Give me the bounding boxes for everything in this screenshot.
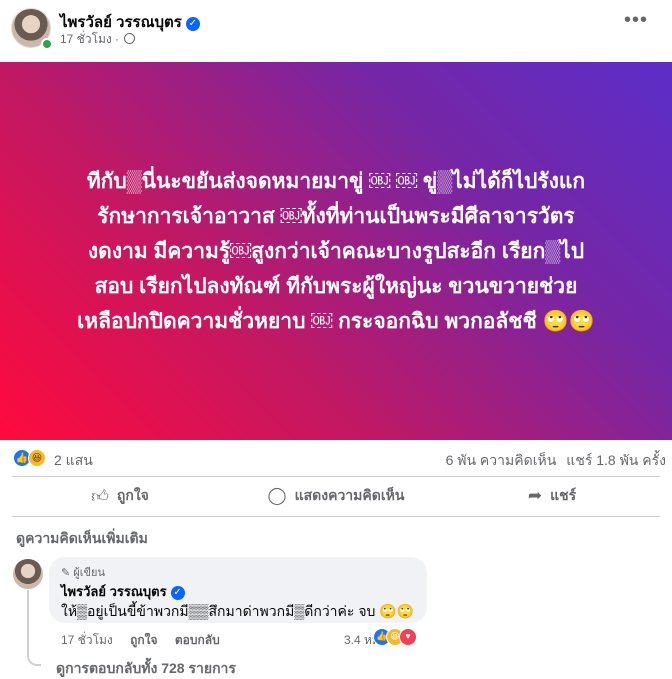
view-replies-link[interactable]: ดูการตอบกลับทั้ง 728 รายการ <box>56 658 236 679</box>
author-name[interactable]: ไพรวัลย์ วรรณบุตร <box>60 14 182 31</box>
online-status-dot <box>41 38 53 50</box>
share-count[interactable]: แชร์ 1.8 พัน ครั้ง <box>566 452 666 468</box>
post-image[interactable]: ทีกับ▒นี่นะขยันส่งจดหมายมาขู่ ￼ ￼ ขู่▒ไม… <box>0 62 672 440</box>
comment-author-row: ไพรวัลย์ วรรณบุตร ✓ <box>61 581 185 602</box>
image-text-line: รักษาการเจ้าอาวาส ￼ทั้งที่ท่านเป็นพระมีศ… <box>97 204 575 228</box>
comment-meta: 17 ชั่วโมง ถูกใจ ตอบกลับ <box>61 631 234 650</box>
divider <box>12 516 660 517</box>
pencil-icon: ✎ <box>61 567 71 579</box>
comment-button[interactable]: ◯ แสดงความคิดเห็น <box>228 478 444 514</box>
haha-reaction-icon: 😆 <box>28 449 46 467</box>
post-header: ไพรวัลย์ วรรณบุตร ✓ 17 ชั่วโมง · ••• <box>0 0 672 62</box>
action-bar: 👍︎ ถูกใจ ◯ แสดงความคิดเห็น ➦ แชร์ <box>12 478 660 514</box>
commenter-avatar[interactable] <box>13 559 43 589</box>
share-button-label: แชร์ <box>550 487 577 503</box>
comment-time[interactable]: 17 ชั่วโมง <box>61 633 113 647</box>
image-text-line: งดงาม มีความรู้￼สูงกว่าเจ้าคณะบางรูปสะอี… <box>87 239 585 263</box>
image-text-line: เหลือปกปิดความชั่วหยาบ ￼ กระจอกฉิบ พวกอล… <box>77 309 595 333</box>
verified-badge-icon: ✓ <box>185 17 200 31</box>
author-badge: ✎ ผู้เขียน <box>61 563 105 581</box>
stats-row: 👍 😆 2 แสน 6 พัน ความคิดเห็น แชร์ 1.8 พัน … <box>0 440 672 476</box>
like-button[interactable]: 👍︎ ถูกใจ <box>12 478 228 514</box>
reply-thread-line <box>27 590 41 666</box>
comment-like-button[interactable]: ถูกใจ <box>130 633 157 647</box>
stats-right: 6 พัน ความคิดเห็น แชร์ 1.8 พัน ครั้ง <box>446 450 666 472</box>
image-text-line: สอบ เรียกไปลงทัณฑ์ ทีกับพระผู้ใหญ่นะ ขวน… <box>94 274 578 298</box>
divider <box>12 476 660 477</box>
love-reaction-icon: ♥ <box>399 628 417 646</box>
more-comments-link[interactable]: ดูความคิดเห็นเพิ่มเติม <box>16 528 148 550</box>
post-image-text: ทีกับ▒นี่นะขยันส่งจดหมายมาขู่ ￼ ￼ ขู่▒ไม… <box>31 164 641 339</box>
reaction-count[interactable]: 2 แสน <box>54 450 93 472</box>
share-button[interactable]: ➦ แชร์ <box>444 478 660 514</box>
post-meta: 17 ชั่วโมง · <box>60 30 136 49</box>
comment-text: ให้▒อยู่เป็นขี้ข้าพวกมี▒▒สึกมาด่าพวกมี▒ด… <box>61 603 415 619</box>
comment-count[interactable]: 6 พัน ความคิดเห็น <box>446 452 557 468</box>
thumbs-up-icon: 👍︎ <box>91 486 109 506</box>
share-arrow-icon: ➦ <box>527 486 543 505</box>
image-text-line: ทีกับ▒นี่นะขยันส่งจดหมายมาขู่ ￼ ￼ ขู่▒ไม… <box>86 169 586 193</box>
verified-badge-icon: ✓ <box>170 586 185 600</box>
comment-reply-button[interactable]: ตอบกลับ <box>175 633 220 647</box>
post-time[interactable]: 17 ชั่วโมง <box>60 32 112 46</box>
comment-bubble-icon: ◯ <box>267 486 287 505</box>
separator-dot: · <box>115 32 120 46</box>
comment-author-name[interactable]: ไพรวัลย์ วรรณบุตร <box>61 584 167 599</box>
globe-icon <box>124 33 136 44</box>
comment-bubble: ✎ ผู้เขียน ไพรวัลย์ วรรณบุตร ✓ ให้▒อยู่เป… <box>49 557 427 623</box>
more-options-icon[interactable]: ••• <box>624 10 648 30</box>
author-badge-label: ผู้เขียน <box>73 567 105 579</box>
like-button-label: ถูกใจ <box>116 487 149 503</box>
comment-button-label: แสดงความคิดเห็น <box>294 487 405 503</box>
